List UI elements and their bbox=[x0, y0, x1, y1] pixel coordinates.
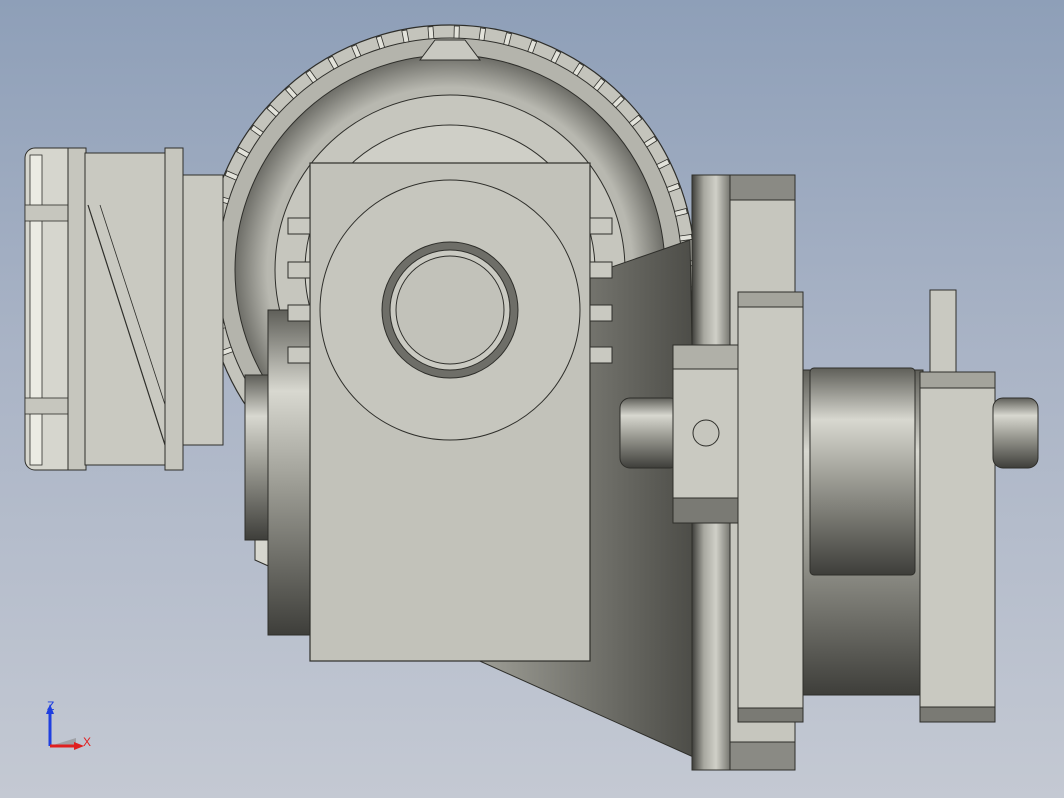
cad-viewport[interactable] bbox=[0, 0, 1064, 798]
gearbox-housing[interactable] bbox=[287, 162, 613, 662]
gear-tooth bbox=[427, 26, 435, 40]
axis-triad: Z X bbox=[40, 698, 100, 758]
gear-tooth bbox=[478, 27, 487, 41]
motor-assembly[interactable] bbox=[24, 147, 224, 471]
gear-tooth bbox=[453, 25, 460, 39]
x-axis-label: X bbox=[83, 735, 91, 749]
output-shaft[interactable] bbox=[802, 289, 1039, 723]
z-axis-label: Z bbox=[47, 699, 54, 713]
